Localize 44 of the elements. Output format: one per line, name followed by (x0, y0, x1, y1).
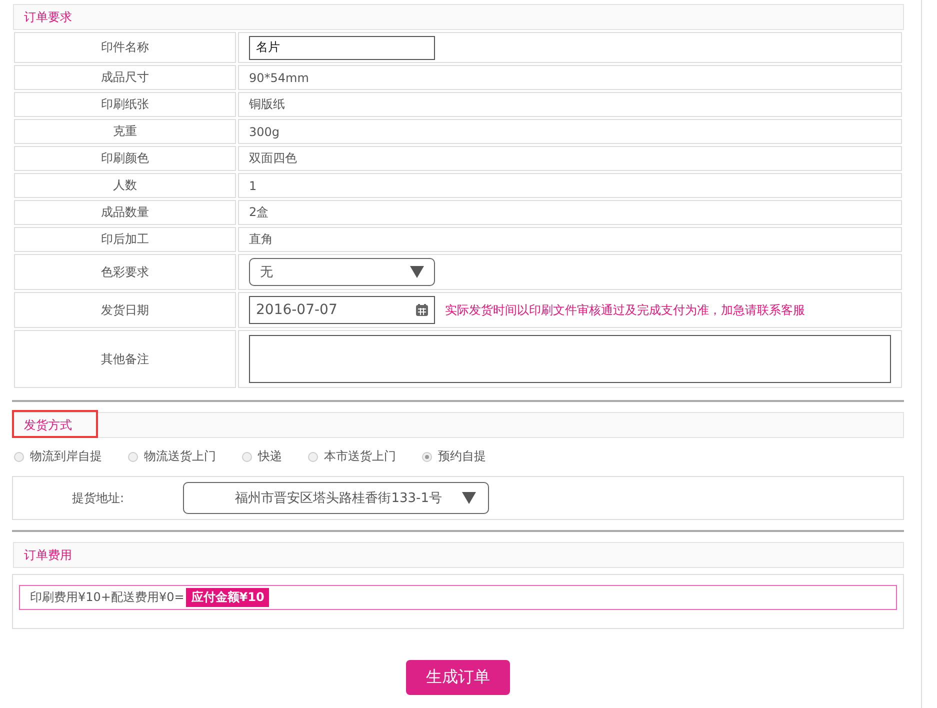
radio-option[interactable]: 快递 (242, 448, 282, 465)
radio-label: 快递 (258, 448, 282, 465)
field-label: 人数 (14, 173, 236, 198)
calendar-icon (416, 304, 428, 316)
section-header: 订单要求 (13, 4, 904, 30)
radio-label: 物流送货上门 (144, 448, 216, 465)
fee-formula: 印刷费用¥10+配送费用¥0= (30, 589, 184, 606)
radio-option[interactable]: 本市送货上门 (308, 448, 396, 465)
radio-option[interactable]: 预约自提 (422, 448, 486, 465)
color-select[interactable]: 无 (249, 258, 435, 286)
field-label: 印刷颜色 (14, 146, 236, 171)
field-value: 90*54mm (249, 70, 309, 84)
radio-label: 本市送货上门 (324, 448, 396, 465)
radio-label: 物流到岸自提 (30, 448, 102, 465)
section-header: 订单费用 (13, 542, 904, 568)
address-label: 提货地址: (72, 490, 124, 504)
field-label: 印后加工 (14, 227, 236, 252)
dropdown-arrow-icon (410, 266, 424, 278)
field-label: 成品尺寸 (14, 65, 236, 90)
delivery-note: 实际发货时间以印刷文件审核通过及完成支付为准，加急请联系客服 (445, 302, 805, 318)
radio-option[interactable]: 物流到岸自提 (14, 448, 102, 465)
field-label: 印件名称 (14, 32, 236, 63)
field-value: 2盒 (249, 205, 269, 219)
field-label: 其他备注 (14, 330, 236, 388)
field-label: 印刷纸张 (14, 92, 236, 117)
field-label: 色彩要求 (14, 254, 236, 290)
field-value: 300g (249, 124, 280, 138)
dropdown-arrow-icon (462, 492, 476, 504)
field-label: 发货日期 (14, 292, 236, 328)
field-label: 成品数量 (14, 200, 236, 225)
radio-option[interactable]: 物流送货上门 (128, 448, 216, 465)
field-value: 双面四色 (249, 151, 297, 165)
section-header: 发货方式 (13, 412, 904, 438)
submit-button[interactable]: 生成订单 (406, 660, 510, 695)
name-field[interactable]: 名片 (249, 36, 435, 60)
address-select[interactable]: 福州市晋安区塔头路桂香街133-1号 (183, 482, 489, 514)
date-field[interactable]: 2016-07-07 (249, 296, 435, 324)
field-value: 铜版纸 (249, 97, 285, 111)
total-amount: 应付金额¥10 (186, 588, 270, 607)
radio-label: 预约自提 (438, 448, 486, 465)
notes-field[interactable] (249, 335, 891, 383)
field-value: 1 (249, 178, 257, 192)
field-value: 直角 (249, 232, 273, 246)
field-label: 克重 (14, 119, 236, 144)
